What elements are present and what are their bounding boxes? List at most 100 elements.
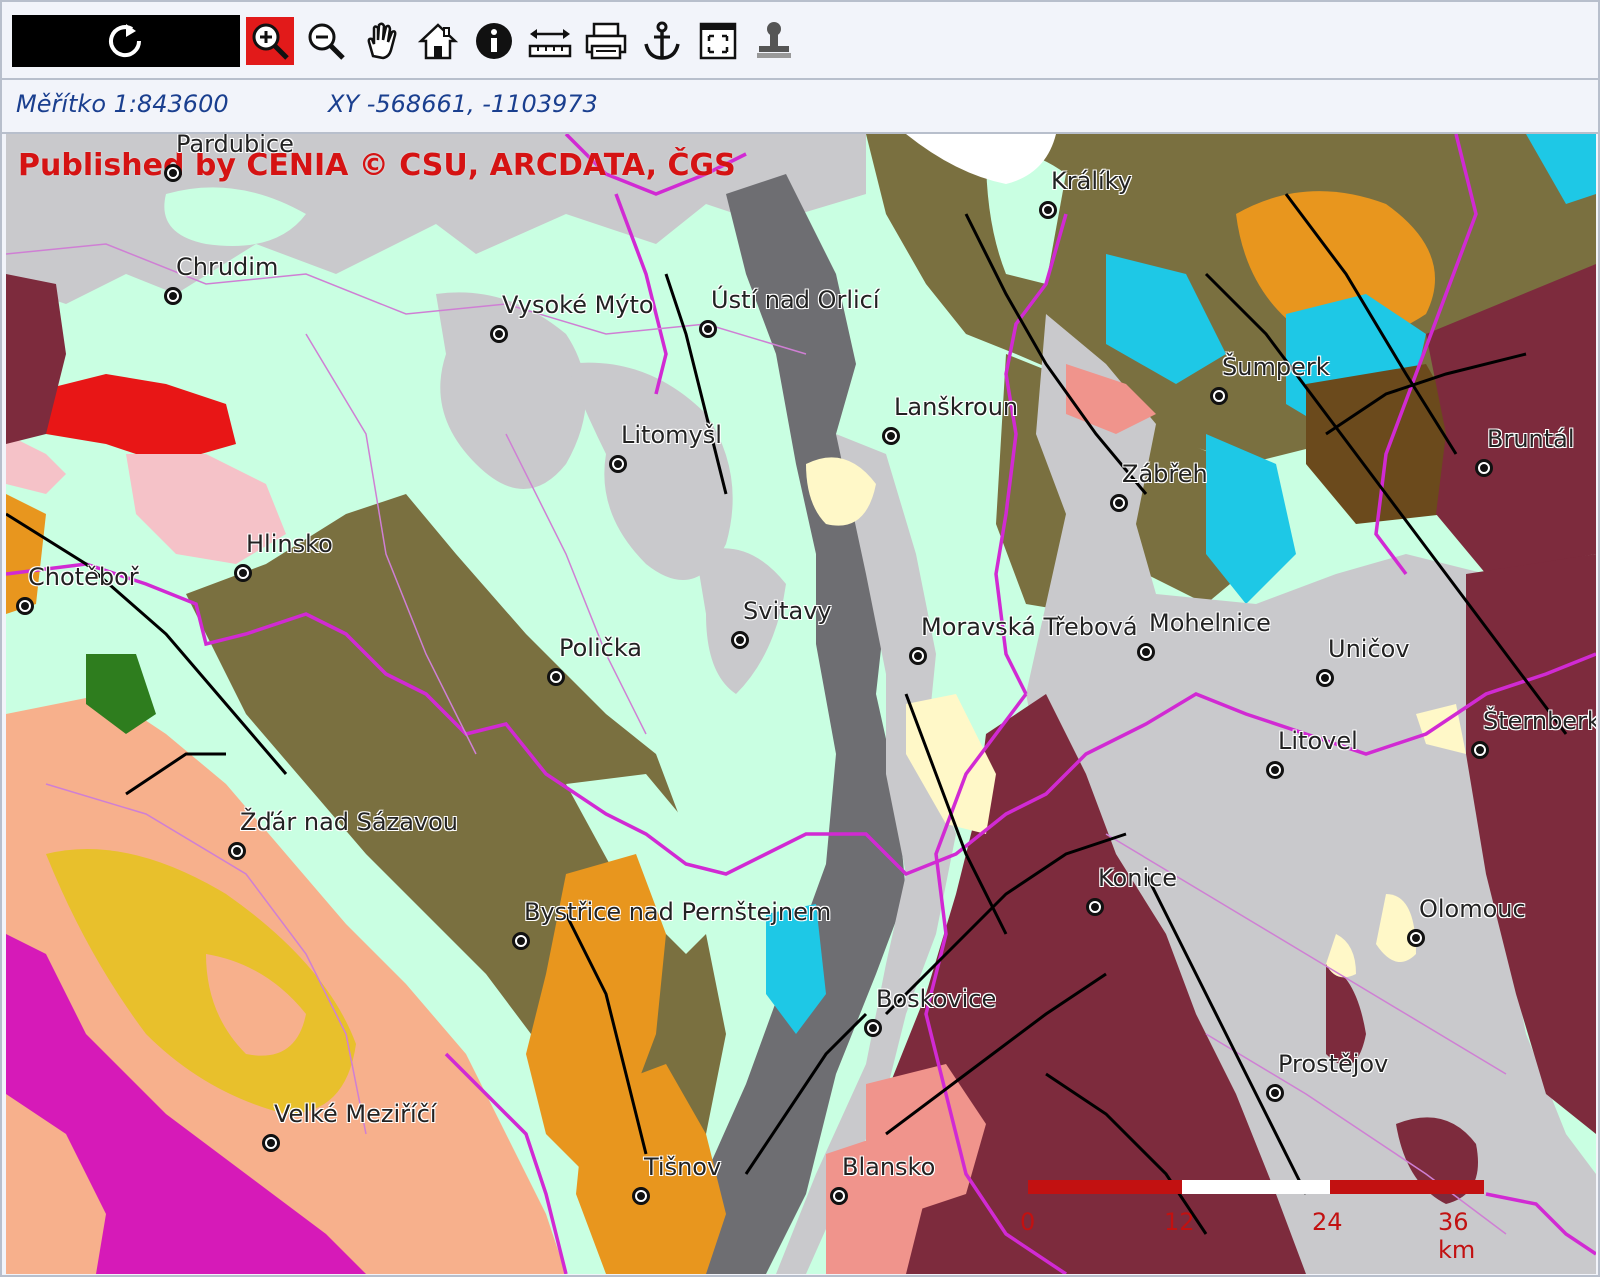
home-tool[interactable] bbox=[414, 17, 462, 65]
city-marker[interactable]: Polička bbox=[547, 634, 642, 686]
printer-icon bbox=[585, 22, 627, 60]
city-label: Chotěboř bbox=[28, 563, 139, 591]
zoom-out-tool[interactable] bbox=[302, 17, 350, 65]
geological-map[interactable]: Published by CENIA © CSU, ARCDATA, ČGS P… bbox=[6, 134, 1596, 1274]
city-marker[interactable]: Bystřice nad Pernštejnem bbox=[512, 898, 831, 950]
city-label: Polička bbox=[559, 634, 643, 662]
measure-tool[interactable] bbox=[526, 17, 574, 65]
city-label: Zábřeh bbox=[1122, 460, 1208, 488]
city-label: Šumperk bbox=[1222, 353, 1330, 381]
city-label: Chrudim bbox=[176, 253, 279, 281]
city-label: Králíky bbox=[1051, 167, 1132, 195]
city-marker[interactable]: Litovel bbox=[1266, 727, 1358, 779]
city-marker-icon bbox=[830, 1187, 848, 1205]
city-marker[interactable]: Prostějov bbox=[1266, 1050, 1388, 1102]
city-marker[interactable]: Žďár nad Sázavou bbox=[228, 808, 458, 860]
city-marker[interactable]: Blansko bbox=[830, 1153, 935, 1205]
city-marker[interactable]: Pardubice bbox=[164, 134, 294, 182]
city-marker[interactable]: Tišnov bbox=[632, 1153, 721, 1205]
city-marker-icon bbox=[1137, 643, 1155, 661]
city-marker[interactable]: Olomouc bbox=[1407, 895, 1526, 947]
city-label: Ústí nad Orlicí bbox=[711, 286, 880, 314]
city-marker[interactable]: Uničov bbox=[1316, 635, 1410, 687]
coordinate-readout: XY -568661, -1103973 bbox=[328, 90, 598, 118]
print-tool[interactable] bbox=[582, 17, 630, 65]
scale-bar-segment bbox=[1330, 1180, 1484, 1194]
city-marker[interactable]: Hlinsko bbox=[234, 530, 333, 582]
info-icon bbox=[476, 23, 512, 59]
city-marker-icon bbox=[909, 647, 927, 665]
city-label: Velké Meziříčí bbox=[274, 1100, 437, 1128]
city-marker-icon bbox=[864, 1019, 882, 1037]
city-label: Litovel bbox=[1278, 727, 1358, 755]
zoom-in-tool[interactable] bbox=[246, 17, 294, 65]
extent-tool[interactable] bbox=[694, 17, 742, 65]
city-marker[interactable]: Svitavy bbox=[731, 597, 832, 649]
city-marker-icon bbox=[1266, 1084, 1284, 1102]
city-marker[interactable]: Boskovice bbox=[864, 985, 996, 1037]
scale-tick-label: 24 bbox=[1312, 1208, 1343, 1236]
city-label: Tišnov bbox=[644, 1153, 722, 1181]
city-marker[interactable]: Chrudim bbox=[164, 253, 278, 305]
city-marker[interactable]: Zábřeh bbox=[1110, 460, 1208, 512]
info-tool[interactable] bbox=[470, 17, 518, 65]
city-marker[interactable]: Moravská Třebová bbox=[909, 613, 1138, 665]
scale-readout: Měřítko 1:843600 bbox=[16, 90, 229, 118]
city-marker[interactable]: Velké Meziříčí bbox=[262, 1100, 437, 1152]
city-label: Lanškroun bbox=[894, 393, 1019, 421]
city-label: Šternberk bbox=[1483, 707, 1596, 735]
pan-tool[interactable] bbox=[358, 17, 406, 65]
refresh-icon bbox=[109, 24, 142, 58]
city-marker-icon bbox=[1266, 761, 1284, 779]
city-marker[interactable]: Lanškroun bbox=[882, 393, 1018, 445]
city-marker-icon bbox=[609, 455, 627, 473]
scale-bar-segment bbox=[1028, 1180, 1182, 1194]
scale-bar: 0 12 24 36 km bbox=[1020, 1172, 1488, 1264]
city-label: Olomouc bbox=[1419, 895, 1526, 923]
scale-tick-label: 36 km bbox=[1438, 1208, 1476, 1264]
city-marker-icon bbox=[262, 1134, 280, 1152]
city-marker-icon bbox=[490, 325, 508, 343]
city-label: Vysoké Mýto bbox=[502, 291, 654, 319]
scale-tick-label: 12 bbox=[1164, 1208, 1195, 1236]
city-marker[interactable]: Šternberk bbox=[1471, 707, 1596, 759]
city-label: Bruntál bbox=[1487, 425, 1575, 453]
city-marker[interactable]: Ústí nad Orlicí bbox=[699, 286, 880, 338]
city-marker[interactable]: Bruntál bbox=[1475, 425, 1575, 477]
city-marker-icon bbox=[547, 668, 565, 686]
toolbar bbox=[2, 2, 1598, 80]
city-label: Hlinsko bbox=[246, 530, 333, 558]
city-marker-icon bbox=[512, 932, 530, 950]
city-marker-icon bbox=[234, 564, 252, 582]
city-marker-icon bbox=[632, 1187, 650, 1205]
city-marker-icon bbox=[1086, 898, 1104, 916]
status-bar: Měřítko 1:843600 XY -568661, -1103973 bbox=[2, 80, 1598, 134]
city-label: Litomyšl bbox=[621, 421, 722, 449]
refresh-button[interactable] bbox=[12, 15, 240, 67]
city-label: Svitavy bbox=[743, 597, 832, 625]
full-extent-icon bbox=[699, 22, 737, 60]
city-marker-icon bbox=[1316, 669, 1334, 687]
anchor-tool[interactable] bbox=[638, 17, 686, 65]
city-label: Mohelnice bbox=[1149, 609, 1271, 637]
city-label: Uničov bbox=[1328, 635, 1410, 663]
city-marker[interactable]: Konice bbox=[1086, 864, 1177, 916]
city-marker-icon bbox=[1039, 201, 1057, 219]
city-label: Bystřice nad Pernštejnem bbox=[524, 898, 832, 926]
measure-icon bbox=[528, 29, 572, 58]
city-marker[interactable]: Mohelnice bbox=[1137, 609, 1271, 661]
city-marker-icon bbox=[731, 631, 749, 649]
stamp-icon bbox=[757, 22, 791, 58]
city-marker[interactable]: Chotěboř bbox=[16, 563, 139, 615]
stamp-tool[interactable] bbox=[750, 17, 798, 65]
city-marker[interactable]: Králíky bbox=[1039, 167, 1132, 219]
city-label: Žďár nad Sázavou bbox=[240, 808, 459, 836]
city-marker[interactable]: Šumperk bbox=[1210, 353, 1330, 405]
city-marker[interactable]: Vysoké Mýto bbox=[490, 291, 654, 343]
city-marker[interactable]: Litomyšl bbox=[609, 421, 722, 473]
city-label: Pardubice bbox=[176, 134, 294, 158]
zoom-in-icon bbox=[252, 23, 289, 60]
zoom-out-icon bbox=[308, 23, 345, 60]
city-marker-icon bbox=[164, 287, 182, 305]
city-marker-icon bbox=[228, 842, 246, 860]
